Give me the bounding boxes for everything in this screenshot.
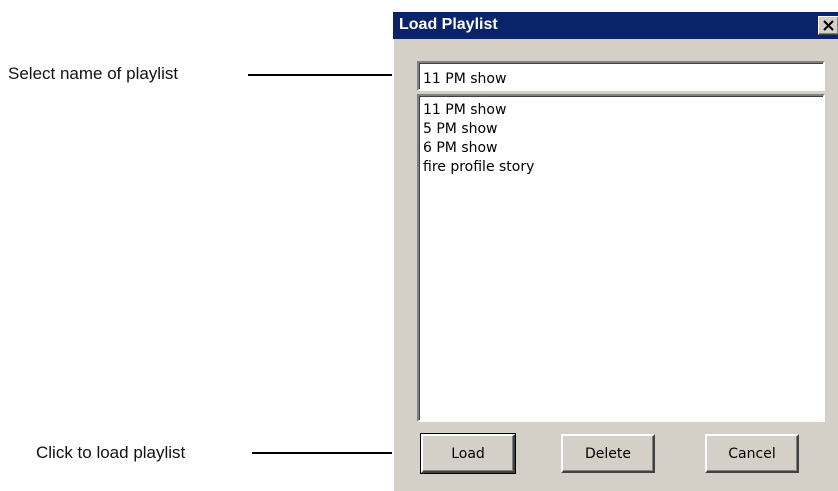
annotation-select-name: Select name of playlist [8, 64, 179, 83]
playlist-listbox[interactable]: 11 PM show 5 PM show 6 PM show fire prof… [417, 94, 825, 422]
close-icon [823, 16, 834, 35]
list-item[interactable]: fire profile story [423, 158, 823, 177]
close-button[interactable] [818, 16, 838, 35]
load-button[interactable]: Load [420, 433, 516, 474]
cancel-button[interactable]: Cancel [705, 434, 799, 473]
dialog-title: Load Playlist [399, 16, 498, 33]
dialog-titlebar[interactable]: Load Playlist [393, 12, 838, 39]
list-item[interactable]: 5 PM show [423, 120, 823, 139]
load-playlist-dialog: Load Playlist 11 PM show 5 PM show 6 PM … [392, 12, 838, 491]
list-item[interactable]: 6 PM show [423, 139, 823, 158]
annotation-click-load: Click to load playlist [36, 443, 186, 462]
list-item[interactable]: 11 PM show [423, 101, 823, 120]
playlist-name-input[interactable] [417, 61, 825, 91]
annotation-select-name-leader [248, 74, 414, 76]
delete-button[interactable]: Delete [561, 434, 655, 473]
